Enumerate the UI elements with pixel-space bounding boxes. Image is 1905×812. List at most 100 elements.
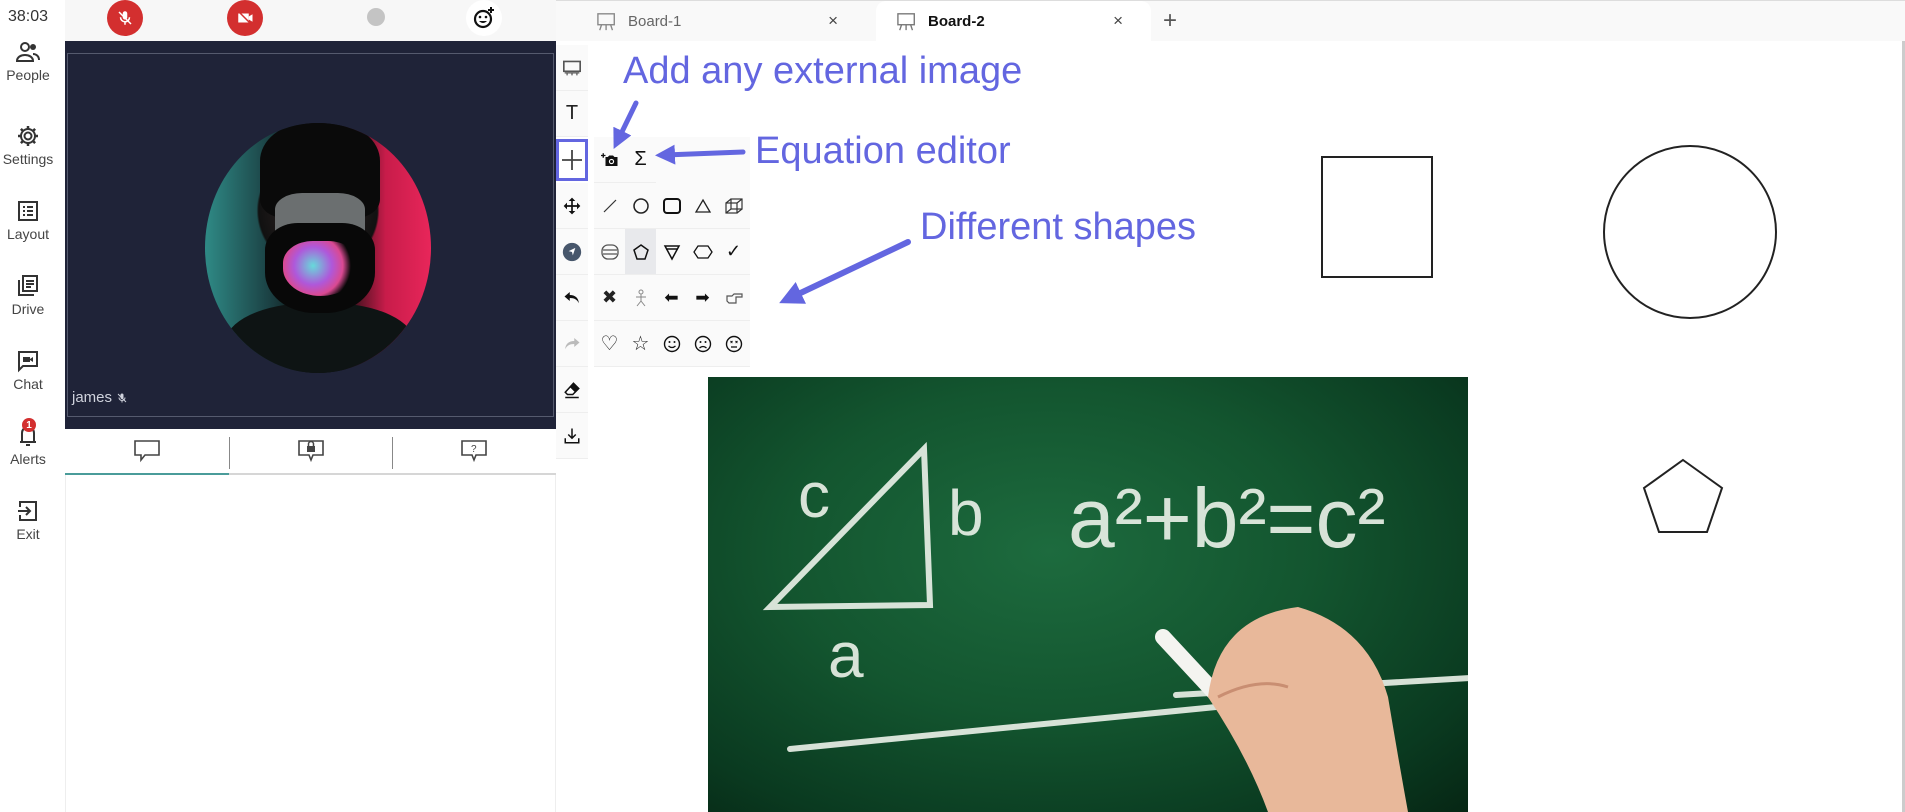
svg-text:?: ?	[471, 444, 477, 455]
sidebar-item-label: People	[6, 67, 50, 83]
palette-smiley-neutral[interactable]	[718, 321, 749, 366]
cube-icon	[724, 197, 743, 214]
camera-toggle-button[interactable]	[227, 0, 263, 36]
whiteboard-toolbar: T	[556, 45, 588, 459]
avatar-body	[225, 303, 415, 373]
line-icon	[603, 199, 616, 212]
download-icon	[564, 428, 580, 443]
alerts-badge: 1	[22, 418, 36, 432]
tab-public-chat[interactable]	[65, 429, 229, 475]
pointing-hand-icon	[725, 292, 743, 304]
sidebar-item-alerts[interactable]: 1 Alerts	[0, 418, 56, 467]
call-controls	[65, 0, 556, 41]
mic-off-icon	[118, 11, 132, 25]
camera-off-icon	[237, 10, 253, 26]
tool-download[interactable]	[556, 413, 588, 459]
people-icon	[16, 42, 40, 62]
palette-add-image[interactable]	[594, 137, 625, 182]
palette-cylinder[interactable]	[594, 229, 625, 274]
arrow-to-shapes	[779, 239, 911, 304]
undo-icon	[564, 291, 579, 303]
sidebar-item-label: Chat	[13, 376, 43, 392]
palette-hexagon[interactable]	[687, 229, 718, 274]
tool-undo[interactable]	[556, 275, 588, 321]
formula-text: a²+b²=c²	[1068, 471, 1385, 565]
tool-board[interactable]	[556, 45, 588, 91]
palette-row: Σ	[594, 137, 656, 183]
palette-line[interactable]	[594, 183, 625, 228]
app-root: 38:03 People Settings Layout Drive Chat …	[0, 0, 1905, 812]
chat-lock-icon	[297, 440, 324, 463]
chat-messages-area	[65, 475, 556, 812]
palette-star[interactable]: ☆	[625, 321, 656, 366]
tab-private-chat[interactable]	[228, 429, 393, 473]
palette-arrow-left[interactable]: ⬅	[656, 275, 687, 320]
tab-board-2[interactable]: Board-2 ×	[876, 1, 1151, 42]
record-button[interactable]	[367, 8, 385, 26]
tool-move[interactable]	[556, 183, 588, 229]
palette-row: ♡ ☆	[594, 321, 750, 367]
emoji-add-icon	[473, 7, 494, 29]
label-b: b	[948, 477, 984, 549]
palette-cube[interactable]	[718, 183, 749, 228]
rounded-rect-icon	[662, 197, 681, 214]
mic-toggle-button[interactable]	[107, 0, 143, 36]
palette-triangle[interactable]	[687, 183, 718, 228]
mic-muted-icon	[117, 393, 127, 402]
reactions-button[interactable]	[466, 0, 502, 36]
palette-heart[interactable]: ♡	[594, 321, 625, 366]
whiteboard-icon	[563, 60, 581, 75]
stick-figure-icon	[635, 289, 646, 306]
sidebar-item-settings[interactable]: Settings	[0, 124, 56, 167]
palette-check[interactable]: ✓	[718, 229, 749, 274]
chalkboard-drawing: c b a a²+b²=c²	[762, 441, 1468, 812]
arrow-left-icon: ⬅	[664, 287, 679, 307]
sidebar-item-exit[interactable]: Exit	[0, 499, 56, 542]
canvas-square[interactable]	[1321, 156, 1433, 278]
sidebar-item-drive[interactable]: Drive	[0, 274, 56, 317]
video-chat-icon	[18, 351, 38, 373]
sidebar-item-chat[interactable]: Chat	[0, 349, 56, 392]
video-frame: james	[67, 53, 554, 417]
tool-pointer[interactable]	[556, 229, 588, 275]
close-tab-button[interactable]: ×	[828, 11, 838, 31]
palette-arrow-right[interactable]: ➡	[687, 275, 718, 320]
tool-insert[interactable]	[556, 139, 588, 181]
sidebar-item-people[interactable]: People	[0, 40, 56, 83]
tool-eraser[interactable]	[556, 367, 588, 413]
annotation-add-image: Add any external image	[623, 50, 1023, 92]
add-board-button[interactable]: +	[1163, 7, 1177, 35]
sidebar-item-label: Layout	[6, 226, 50, 242]
canvas-pentagon[interactable]	[1640, 456, 1726, 536]
close-tab-button[interactable]: ×	[1113, 11, 1123, 31]
palette-smiley-sad[interactable]	[687, 321, 718, 366]
tab-board-1[interactable]: Board-1 ×	[556, 1, 866, 42]
pentagon-icon	[632, 243, 649, 260]
tab-qa[interactable]: ?	[392, 429, 556, 473]
palette-cross[interactable]: ✖	[594, 275, 625, 320]
tool-redo[interactable]	[556, 321, 588, 367]
hexagon-icon	[692, 244, 713, 259]
palette-row: ✖ ⬅ ➡	[594, 275, 750, 321]
palette-smiley-happy[interactable]	[656, 321, 687, 366]
tool-text[interactable]: T	[556, 91, 588, 137]
palette-pentagon[interactable]	[625, 229, 656, 274]
palette-circle[interactable]	[625, 183, 656, 228]
palette-cone[interactable]	[656, 229, 687, 274]
canvas-circle[interactable]	[1603, 145, 1777, 319]
text-icon: T	[565, 102, 579, 124]
palette-pointing-hand[interactable]	[718, 275, 749, 320]
video-tile[interactable]: james	[65, 41, 556, 429]
palette-equation[interactable]: Σ	[625, 137, 656, 182]
sidebar-item-layout[interactable]: Layout	[0, 199, 56, 242]
canvas-image-chalkboard[interactable]: c b a a²+b²=c²	[708, 377, 1468, 812]
palette-stick-figure[interactable]	[625, 275, 656, 320]
arrow-right-icon: ➡	[695, 287, 710, 307]
cone-icon	[663, 244, 680, 261]
participant-name: james	[72, 389, 113, 406]
palette-rounded-rect[interactable]	[656, 183, 687, 228]
exit-icon	[18, 501, 37, 521]
annotation-equation: Equation editor	[755, 130, 1011, 172]
cylinder-icon	[600, 243, 619, 260]
palette-row: ✓	[594, 229, 750, 275]
